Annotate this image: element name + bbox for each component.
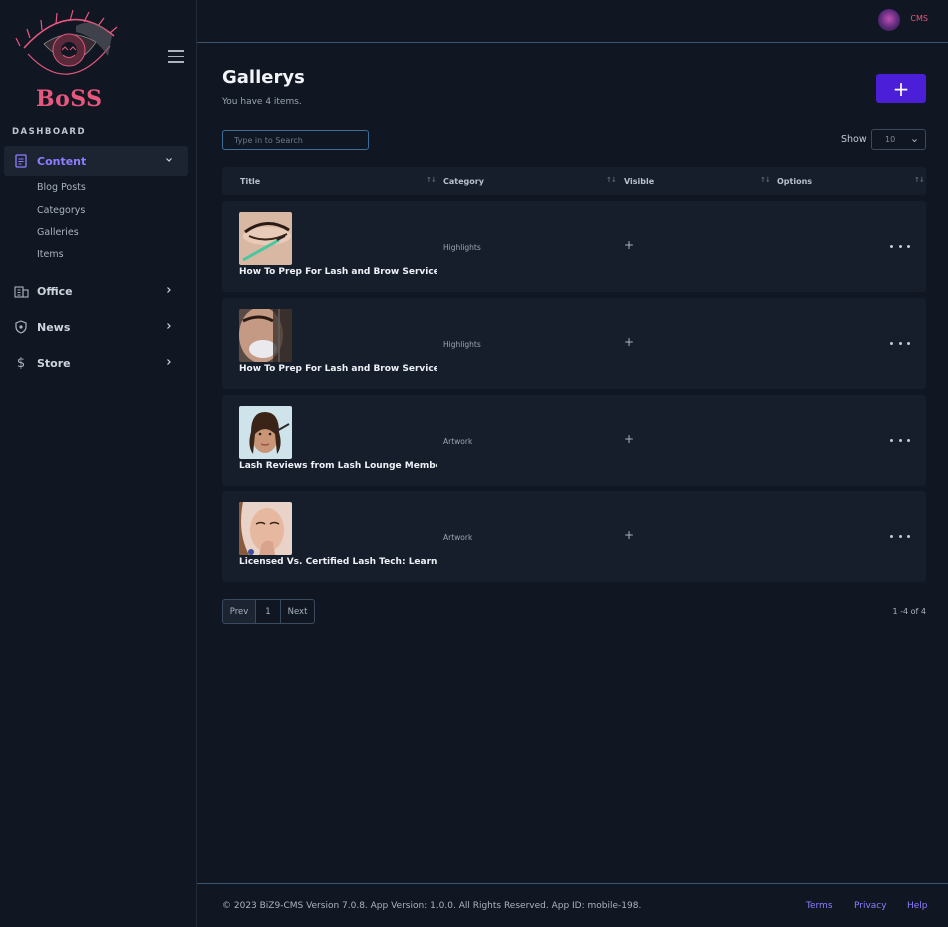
page-title: Gallerys xyxy=(222,67,305,88)
next-page-button[interactable]: Next xyxy=(281,599,315,624)
row-category: Highlights xyxy=(443,243,481,252)
sidebar-item-label: Content xyxy=(37,154,87,168)
sort-icon[interactable]: ↑↓ xyxy=(914,176,925,184)
nav-section-title: DASHBOARD xyxy=(12,127,87,137)
table-row[interactable]: Lash Reviews from Lash Lounge Members Ar… xyxy=(222,395,926,486)
more-options-icon[interactable] xyxy=(890,239,910,253)
chevron-down-icon xyxy=(166,158,172,162)
sidebar-item-news[interactable]: News xyxy=(4,312,188,342)
avatar[interactable] xyxy=(878,9,900,31)
hamburger-menu-icon[interactable] xyxy=(168,50,184,64)
chevron-right-icon xyxy=(167,359,171,365)
topbar: CMS xyxy=(197,0,948,43)
row-category: Artwork xyxy=(443,533,473,542)
sidebar-item-store[interactable]: $ Store xyxy=(4,348,188,378)
sidebar-subitem-galleries[interactable]: Galleries xyxy=(37,227,79,238)
column-header-options[interactable]: Options xyxy=(777,177,812,186)
building-icon xyxy=(13,283,29,299)
sidebar-item-label: Store xyxy=(37,356,71,370)
sidebar-item-label: Office xyxy=(37,284,73,298)
chevron-right-icon xyxy=(167,287,171,293)
chevron-right-icon xyxy=(167,323,171,329)
row-visible: + xyxy=(624,528,635,542)
row-visible: + xyxy=(624,335,635,349)
thumbnail-image[interactable] xyxy=(239,309,292,362)
chevron-down-icon xyxy=(912,139,917,143)
sort-icon[interactable]: ↑↓ xyxy=(426,176,437,184)
pagination-range: 1 -4 of 4 xyxy=(892,607,927,616)
table-row[interactable]: Licensed Vs. Certified Lash Tech: Learn … xyxy=(222,491,926,582)
search-input[interactable] xyxy=(222,130,369,150)
sidebar-subitem-blog-posts[interactable]: Blog Posts xyxy=(37,182,86,193)
thumbnail-image[interactable] xyxy=(239,212,292,265)
shield-icon xyxy=(13,319,29,335)
row-title[interactable]: How To Prep For Lash and Brow Services xyxy=(239,364,437,374)
thumbnail-image[interactable] xyxy=(239,406,292,459)
document-icon xyxy=(13,153,29,169)
prev-page-button[interactable]: Prev xyxy=(222,599,256,624)
eye-logo-icon xyxy=(15,9,118,75)
row-title[interactable]: Licensed Vs. Certified Lash Tech: Learn … xyxy=(239,557,437,567)
sidebar-subitem-categorys[interactable]: Categorys xyxy=(37,205,85,216)
more-options-icon[interactable] xyxy=(890,336,910,350)
sort-icon[interactable]: ↑↓ xyxy=(760,176,771,184)
privacy-link[interactable]: Privacy xyxy=(854,901,887,911)
column-header-visible[interactable]: Visible xyxy=(624,177,654,186)
row-visible: + xyxy=(624,432,635,446)
column-header-title[interactable]: Title xyxy=(240,177,260,186)
show-label: Show xyxy=(841,134,867,145)
sidebar-item-label: News xyxy=(37,320,71,334)
sidebar-subitem-items[interactable]: Items xyxy=(37,249,64,260)
help-link[interactable]: Help xyxy=(907,901,928,911)
sidebar-item-office[interactable]: Office xyxy=(4,276,188,306)
page-size-value: 10 xyxy=(885,135,896,144)
sidebar-item-content[interactable]: Content xyxy=(4,146,188,176)
sort-icon[interactable]: ↑↓ xyxy=(606,176,617,184)
more-options-icon[interactable] xyxy=(890,529,910,543)
plus-icon: + xyxy=(892,76,910,101)
cms-label[interactable]: CMS xyxy=(910,14,928,23)
row-title[interactable]: How To Prep For Lash and Brow Services xyxy=(239,267,437,277)
thumbnail-image[interactable] xyxy=(239,502,292,555)
more-options-icon[interactable] xyxy=(890,433,910,447)
sidebar: BoSS DASHBOARD Content Blog Posts Catego… xyxy=(0,0,197,927)
table-row[interactable]: How To Prep For Lash and Brow Services H… xyxy=(222,201,926,292)
page-number-button[interactable]: 1 xyxy=(256,599,281,624)
logo[interactable]: BoSS xyxy=(0,0,196,118)
table-row[interactable]: How To Prep For Lash and Brow Services H… xyxy=(222,298,926,389)
page-subtitle: You have 4 items. xyxy=(222,97,302,107)
row-title[interactable]: Lash Reviews from Lash Lounge Members xyxy=(239,461,437,471)
page-size-select[interactable]: 10 xyxy=(871,129,926,150)
copyright-text: © 2023 BiZ9-CMS Version 7.0.8. App Versi… xyxy=(222,901,642,911)
row-category: Artwork xyxy=(443,437,473,446)
column-header-category[interactable]: Category xyxy=(443,177,484,186)
table-header: Title ↑↓ Category ↑↓ Visible ↑↓ Options … xyxy=(222,167,926,195)
footer: © 2023 BiZ9-CMS Version 7.0.8. App Versi… xyxy=(197,883,948,927)
terms-link[interactable]: Terms xyxy=(806,901,833,911)
row-visible: + xyxy=(624,238,635,252)
pagination: Prev 1 Next xyxy=(222,599,315,624)
logo-text: BoSS xyxy=(36,86,103,112)
add-item-button[interactable]: + xyxy=(876,74,926,103)
row-category: Highlights xyxy=(443,340,481,349)
dollar-icon: $ xyxy=(16,355,26,371)
